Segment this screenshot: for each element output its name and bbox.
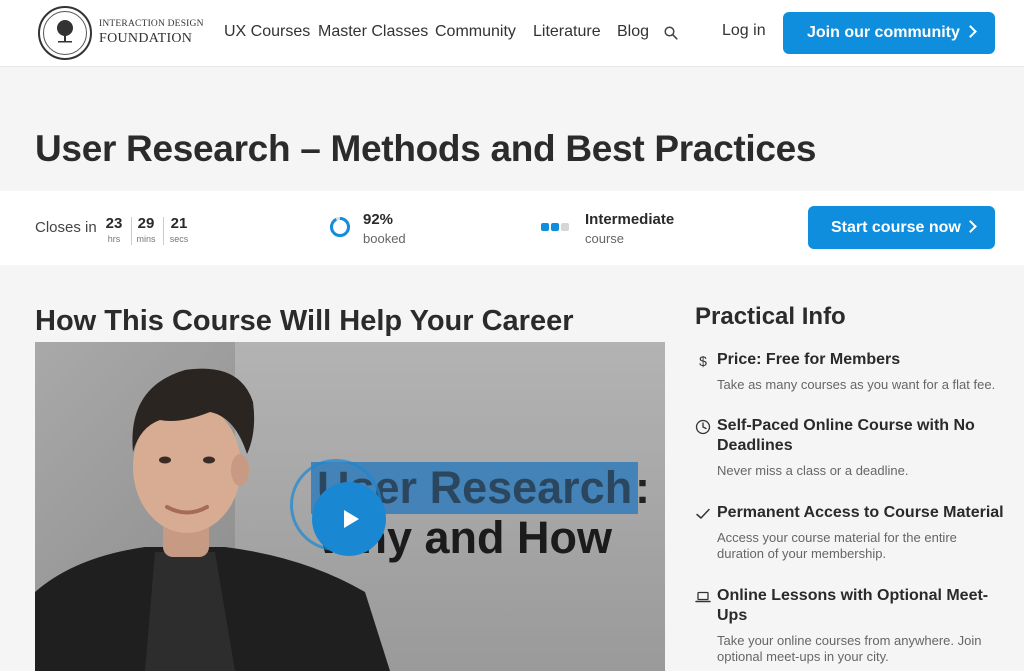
countdown-hours: 23 hrs (103, 215, 125, 244)
play-button[interactable] (312, 482, 386, 556)
countdown-hours-value: 23 (105, 215, 123, 232)
countdown-divider (163, 217, 164, 245)
countdown-hours-unit: hrs (107, 234, 121, 244)
dollar-icon: $ (699, 353, 707, 369)
logo-wordmark[interactable]: INTERACTION DESIGN FOUNDATION (99, 19, 204, 46)
course-title: User Research – Methods and Best Practic… (35, 128, 817, 169)
section-title: How This Course Will Help Your Career (35, 305, 574, 337)
practical-info-description: Access your course material for the enti… (717, 530, 957, 561)
checkmark-icon (696, 508, 710, 519)
countdown-divider (131, 217, 132, 245)
practical-info-heading: Self-Paced Online Course with No Deadlin… (717, 417, 975, 454)
booked-label: booked (363, 231, 406, 246)
practical-info-description: Take your online courses from anywhere. … (717, 633, 982, 664)
countdown-seconds-value: 21 (170, 215, 188, 232)
countdown-minutes-unit: mins (136, 234, 156, 244)
search-icon[interactable] (664, 26, 678, 40)
idf-logo-icon[interactable] (38, 6, 92, 60)
join-community-label: Join our community (807, 24, 960, 41)
countdown-seconds-unit: secs (169, 234, 189, 244)
nav-ux-courses[interactable]: UX Courses (224, 23, 310, 41)
start-course-label: Start course now (831, 218, 961, 236)
level-bar (551, 223, 559, 231)
practical-info-heading: Online Lessons with Optional Meet-Ups (717, 587, 989, 624)
course-level-label: course (585, 231, 625, 246)
clock-icon (695, 419, 711, 435)
countdown-minutes-value: 29 (137, 215, 155, 232)
course-level: Intermediate (585, 211, 675, 228)
nav-community[interactable]: Community (435, 23, 516, 41)
logo-line1: INTERACTION DESIGN (99, 19, 204, 29)
join-community-button[interactable]: Join our community (783, 12, 995, 54)
booked-progress-ring-icon (330, 217, 350, 237)
play-icon (344, 510, 359, 528)
start-course-button[interactable]: Start course now (808, 206, 995, 249)
level-bar (561, 223, 569, 231)
nav-literature[interactable]: Literature (533, 23, 601, 41)
nav-master-classes[interactable]: Master Classes (318, 23, 428, 41)
nav-blog[interactable]: Blog (617, 23, 649, 41)
booked-percentage: 92% (363, 211, 394, 228)
course-stats-bar: Closes in 23 hrs 29 mins 21 secs 92% boo… (0, 191, 1024, 265)
tree-icon (43, 11, 87, 55)
practical-info-heading: Price: Free for Members (717, 351, 901, 368)
practical-info-heading: Permanent Access to Course Material (717, 504, 1004, 521)
practical-info-description: Never miss a class or a deadline. (717, 463, 909, 478)
countdown-minutes: 29 mins (135, 215, 157, 244)
video-player[interactable]: User Research : Why and How (35, 342, 665, 671)
level-bar (541, 223, 549, 231)
chevron-right-icon (964, 220, 977, 233)
logo-line2: FOUNDATION (99, 30, 193, 46)
video-title-colon: : (635, 462, 650, 513)
countdown-seconds: 21 secs (168, 215, 190, 244)
login-link[interactable]: Log in (722, 22, 766, 40)
laptop-icon (695, 591, 711, 603)
practical-info-description: Take as many courses as you want for a f… (717, 377, 996, 392)
closes-in-label: Closes in (35, 219, 97, 236)
practical-info-title: Practical Info (695, 303, 846, 330)
level-indicator-icon (541, 223, 569, 231)
top-navigation: INTERACTION DESIGN FOUNDATION UX Courses… (0, 0, 1024, 67)
chevron-right-icon (964, 25, 977, 38)
